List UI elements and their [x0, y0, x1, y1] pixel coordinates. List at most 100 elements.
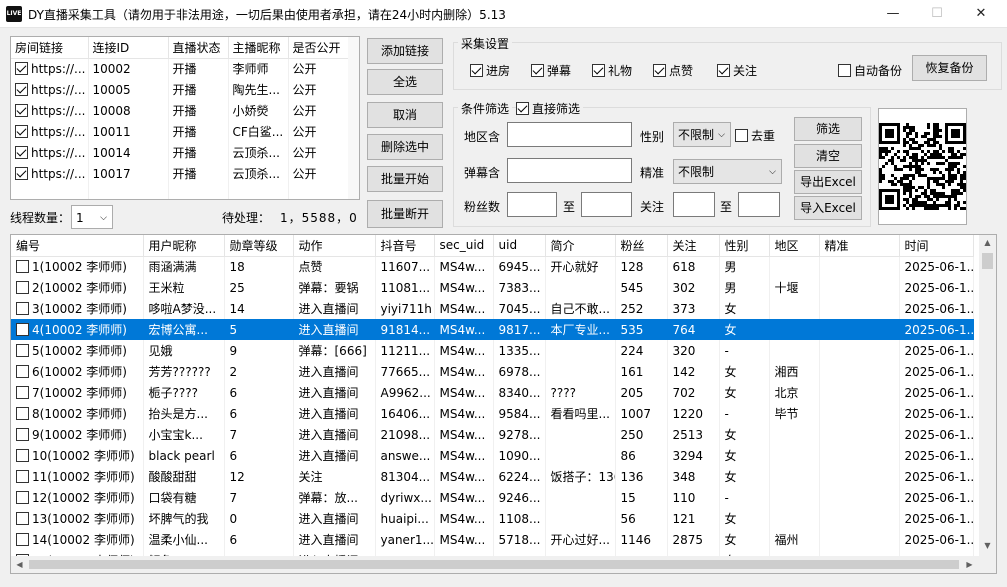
checkbox-icon[interactable] — [15, 124, 28, 138]
gender-select[interactable]: 不限制 ⌵ — [673, 122, 731, 147]
checkbox-icon[interactable] — [16, 344, 29, 357]
room-header-cell[interactable]: 连接ID — [88, 37, 169, 59]
checkbox-icon[interactable] — [16, 533, 29, 546]
minimize-button[interactable]: — — [870, 0, 916, 28]
checkbox-icon[interactable] — [16, 386, 29, 399]
column-header[interactable]: 地区 — [769, 235, 820, 257]
column-header[interactable]: 粉丝 — [615, 235, 668, 257]
follow-max-input[interactable] — [738, 192, 780, 217]
checkbox-icon[interactable] — [16, 260, 29, 274]
cancel-button[interactable]: 取消 — [367, 102, 443, 128]
column-header[interactable]: 时间 — [899, 235, 974, 257]
batch-start-button[interactable]: 批量开始 — [367, 166, 443, 192]
records-vscrollbar[interactable]: ▲ ▼ — [979, 235, 996, 573]
table-row[interactable]: 4(10002 李师师) 宏博公寓... 5 进入直播间 91814... MS4w...… — [11, 319, 974, 340]
checkbox-icon[interactable] — [16, 470, 29, 483]
select-all-button[interactable]: 全选 — [367, 69, 443, 95]
close-button[interactable]: ✕ — [958, 0, 1004, 28]
fans-min-input[interactable] — [507, 192, 557, 217]
checkbox-icon[interactable] — [15, 166, 28, 180]
checkbox-icon[interactable] — [16, 428, 29, 441]
checkbox-icon[interactable] — [15, 82, 28, 96]
room-row[interactable]: https://... 10017 开播 云顶杀... 公开 — [11, 163, 349, 184]
batch-disconnect-button[interactable]: 批量断开 — [367, 200, 443, 228]
table-row[interactable]: 8(10002 李师师) 抬头是方... 6 进入直播间 16406... MS4w...… — [11, 403, 974, 424]
table-row[interactable]: 12(10002 李师师) 口袋有糖 7 弹幕：放... dyriwx... MS4w..… — [11, 487, 974, 508]
precise-select[interactable]: 不限制 ⌵ — [673, 159, 782, 184]
column-header[interactable]: 编号 — [11, 235, 144, 257]
scroll-right-icon[interactable]: ▶ — [961, 560, 978, 569]
column-header[interactable]: 抖音号 — [375, 235, 435, 257]
column-header[interactable]: 勋章等级 — [224, 235, 294, 257]
room-row[interactable]: https://... 10002 开播 李师师 公开 — [11, 58, 349, 79]
table-row[interactable]: 2(10002 李师师) 王米粒 25 弹幕：要锅 11081... MS4w... 738… — [11, 277, 974, 298]
column-header[interactable]: 性别 — [719, 235, 770, 257]
checkbox-icon[interactable] — [16, 512, 29, 525]
vscroll-thumb[interactable] — [982, 253, 993, 269]
direct-filter-checkbox[interactable]: 直接筛选 — [516, 100, 584, 117]
room-row[interactable]: https://... 10011 开播 CF白鲨... 公开 — [11, 121, 349, 142]
checkbox-icon[interactable] — [15, 61, 28, 75]
collect-option-checkbox[interactable]: 进房 — [470, 62, 510, 79]
table-row[interactable]: 14(10002 李师师) 温柔小仙... 6 进入直播间 yaner1... MS4w.… — [11, 529, 974, 550]
records-hscrollbar[interactable]: ◀ ▶ — [11, 556, 979, 573]
auto-backup-checkbox[interactable]: 自动备份 — [838, 62, 902, 79]
room-row[interactable]: https://... 10008 开播 小娇熒 公开 — [11, 100, 349, 121]
room-header-cell[interactable]: 房间链接 — [11, 37, 89, 59]
collect-option-checkbox[interactable]: 礼物 — [592, 62, 632, 79]
table-row[interactable]: 7(10002 李师师) 栀子???? 6 进入直播间 A9962... MS4w... 8… — [11, 382, 974, 403]
checkbox-icon[interactable] — [15, 145, 28, 159]
clear-button[interactable]: 清空 — [794, 144, 862, 168]
scroll-up-icon[interactable]: ▲ — [979, 238, 996, 247]
records-table[interactable]: 编号 用户昵称 勋章等级 动作 抖音号 sec_uid uid 简介 粉丝 关注 性别 地区 精准 时间 … — [10, 234, 997, 574]
collect-option-checkbox[interactable]: 弹幕 — [531, 62, 571, 79]
checkbox-icon[interactable] — [16, 302, 29, 315]
room-row[interactable]: https://... 10014 开播 云顶杀... 公开 — [11, 142, 349, 163]
column-header[interactable]: 精准 — [819, 235, 900, 257]
checkbox-icon[interactable] — [16, 281, 29, 294]
column-header[interactable]: 关注 — [667, 235, 720, 257]
room-list[interactable]: 房间链接 连接ID 直播状态 主播昵称 是否公开 https://... 10002 开播李… — [10, 36, 360, 200]
room-list-scrollbar[interactable] — [348, 37, 359, 199]
table-row[interactable]: 9(10002 李师师) 小宝宝k... 7 进入直播间 21098... MS4w...… — [11, 424, 974, 445]
column-header[interactable]: uid — [493, 235, 546, 257]
checkbox-icon[interactable] — [16, 449, 29, 462]
filter-button[interactable]: 筛选 — [794, 117, 862, 141]
table-row[interactable]: 11(10002 李师师) 酸酸甜甜 12 关注 81304... MS4w... 6224… — [11, 466, 974, 487]
table-row[interactable]: 3(10002 李师师) 哆啦A梦没... 14 进入直播间 yiyi711h MS4w.… — [11, 298, 974, 319]
restore-backup-button[interactable]: 恢复备份 — [912, 55, 987, 81]
checkbox-icon[interactable] — [16, 407, 29, 420]
maximize-button[interactable]: ☐ — [914, 0, 960, 28]
import-excel-button[interactable]: 导入Excel — [794, 196, 862, 220]
scroll-down-icon[interactable]: ▼ — [979, 541, 996, 550]
collect-option-checkbox[interactable]: 点赞 — [653, 62, 693, 79]
add-link-button[interactable]: 添加链接 — [367, 38, 443, 64]
room-header-cell[interactable]: 是否公开 — [288, 37, 349, 59]
region-input[interactable] — [507, 122, 632, 147]
table-row[interactable]: 10(10002 李师师) black pearl 6 进入直播间 answe... MS… — [11, 445, 974, 466]
room-header-cell[interactable]: 直播状态 — [168, 37, 229, 59]
column-header[interactable]: sec_uid — [434, 235, 494, 257]
table-row[interactable]: 5(10002 李师师) 见娥 9 弹幕：[666] 11211... MS4w... 13… — [11, 340, 974, 361]
table-row[interactable]: 1(10002 李师师) 雨涵满满 18 点赞 11607... MS4w... 6945.… — [11, 256, 974, 277]
checkbox-icon[interactable] — [16, 323, 29, 336]
column-header[interactable]: 简介 — [545, 235, 616, 257]
column-header[interactable]: 用户昵称 — [143, 235, 225, 257]
hscroll-thumb[interactable] — [29, 560, 959, 569]
danmu-input[interactable] — [507, 158, 632, 183]
export-excel-button[interactable]: 导出Excel — [794, 170, 862, 194]
checkbox-icon[interactable] — [16, 365, 29, 378]
dedup-checkbox[interactable]: 去重 — [735, 127, 775, 144]
delete-selected-button[interactable]: 删除选中 — [367, 134, 443, 160]
thread-count-select[interactable]: 1 ⌵ — [71, 205, 113, 229]
checkbox-icon[interactable] — [15, 103, 28, 117]
checkbox-icon[interactable] — [16, 491, 29, 504]
room-header-cell[interactable]: 主播昵称 — [228, 37, 289, 59]
collect-option-checkbox[interactable]: 关注 — [717, 62, 757, 79]
column-header[interactable]: 动作 — [293, 235, 376, 257]
table-row[interactable]: 13(10002 李师师) 坏脾气的我 0 进入直播间 huaipi... MS4w...… — [11, 508, 974, 529]
fans-max-input[interactable] — [581, 192, 632, 217]
follow-min-input[interactable] — [673, 192, 715, 217]
scroll-left-icon[interactable]: ◀ — [11, 560, 28, 569]
room-row[interactable]: https://... 10005 开播 陶先生... 公开 — [11, 79, 349, 100]
